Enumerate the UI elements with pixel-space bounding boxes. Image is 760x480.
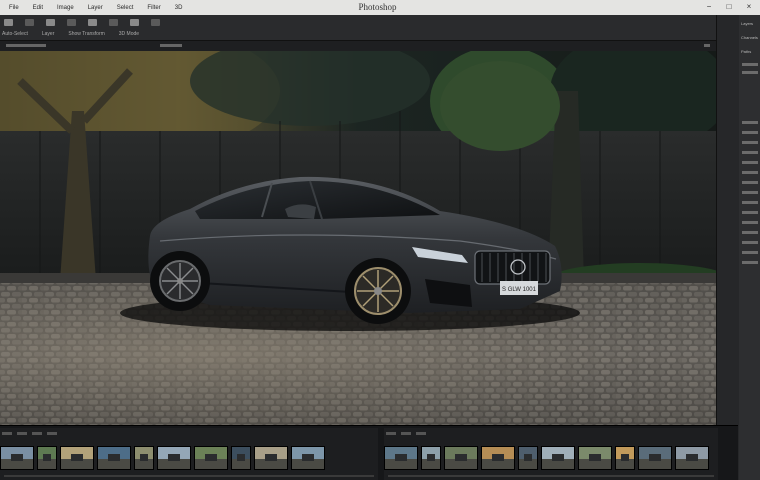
filmstrip <box>0 425 738 480</box>
3d-mode-button[interactable]: 3D Mode <box>119 31 139 37</box>
filmstrip-left-header <box>2 429 57 437</box>
filmstrip-thumbnail[interactable] <box>157 446 191 470</box>
panel-control[interactable] <box>742 191 758 194</box>
filmstrip-scrollbar[interactable] <box>388 475 714 477</box>
menu-item-file[interactable]: File <box>2 5 26 11</box>
thumbnail-row-left <box>0 446 325 470</box>
document-tab[interactable] <box>6 44 46 47</box>
filmstrip-thumbnail[interactable] <box>231 446 251 470</box>
panel-control[interactable] <box>742 181 758 184</box>
filmstrip-thumbnail[interactable] <box>518 446 538 470</box>
thumbnail-row-right <box>384 446 709 470</box>
options-toolbar: Auto-Select Layer Show Transform 3D Mode <box>0 15 738 41</box>
filmstrip-thumbnail[interactable] <box>97 446 131 470</box>
filmstrip-left <box>0 428 378 480</box>
show-transform-checkbox[interactable]: Show Transform <box>68 31 104 37</box>
minimize-button[interactable]: − <box>704 2 714 11</box>
filmstrip-thumbnail[interactable] <box>384 446 418 470</box>
panel-control[interactable] <box>742 261 758 264</box>
panel-control[interactable] <box>742 121 758 124</box>
close-button[interactable]: × <box>744 2 754 11</box>
window-title: Photoshop <box>358 2 397 12</box>
filmstrip-thumbnail[interactable] <box>421 446 441 470</box>
menu-item-filter[interactable]: Filter <box>140 5 167 11</box>
filmstrip-thumbnail[interactable] <box>675 446 709 470</box>
brush-tool-icon[interactable] <box>88 19 97 26</box>
panel-control[interactable] <box>742 211 758 214</box>
right-panel: Layers Channels Paths <box>716 15 760 480</box>
panel-tab-layers[interactable]: Layers <box>741 21 753 26</box>
panel-control[interactable] <box>742 63 758 66</box>
car-photo: S GLW 1001 <box>0 51 716 425</box>
filmstrip-thumbnail[interactable] <box>638 446 672 470</box>
filmstrip-thumbnail[interactable] <box>615 446 635 470</box>
panel-control[interactable] <box>742 141 758 144</box>
panel-control[interactable] <box>742 201 758 204</box>
panel-control[interactable] <box>742 151 758 154</box>
main-menu: File Edit Image Layer Select Filter 3D <box>0 5 189 11</box>
panel-control[interactable] <box>742 251 758 254</box>
filmstrip-right <box>384 428 718 480</box>
menu-item-select[interactable]: Select <box>110 5 141 11</box>
menu-item-edit[interactable]: Edit <box>26 5 50 11</box>
auto-select-checkbox[interactable]: Auto-Select <box>2 31 28 37</box>
zoom-tool-icon[interactable] <box>151 19 160 26</box>
text-tool-icon[interactable] <box>130 19 139 26</box>
filmstrip-thumbnail[interactable] <box>37 446 57 470</box>
eraser-tool-icon[interactable] <box>109 19 118 26</box>
document-canvas[interactable]: S GLW 1001 <box>0 51 716 425</box>
filmstrip-thumbnail[interactable] <box>291 446 325 470</box>
filmstrip-thumbnail[interactable] <box>481 446 515 470</box>
panel-control[interactable] <box>742 131 758 134</box>
panel-control[interactable] <box>742 161 758 164</box>
filmstrip-thumbnail[interactable] <box>134 446 154 470</box>
panel-control[interactable] <box>742 221 758 224</box>
window-controls: − □ × <box>704 2 754 11</box>
panel-control[interactable] <box>742 241 758 244</box>
filmstrip-thumbnail[interactable] <box>194 446 228 470</box>
menu-item-3d[interactable]: 3D <box>168 5 190 11</box>
filmstrip-thumbnail[interactable] <box>0 446 34 470</box>
filmstrip-thumbnail[interactable] <box>541 446 575 470</box>
maximize-button[interactable]: □ <box>724 2 734 11</box>
filmstrip-thumbnail[interactable] <box>578 446 612 470</box>
panel-tab-channels[interactable]: Channels <box>741 35 758 40</box>
move-tool-icon[interactable] <box>4 19 13 26</box>
menu-item-layer[interactable]: Layer <box>81 5 110 11</box>
panel-control[interactable] <box>742 171 758 174</box>
panel-dock: Layers Channels Paths <box>739 15 760 480</box>
filmstrip-thumbnail[interactable] <box>444 446 478 470</box>
crop-tool-icon[interactable] <box>67 19 76 26</box>
filmstrip-thumbnail[interactable] <box>254 446 288 470</box>
filmstrip-right-header <box>386 429 426 437</box>
toolbar-buttons <box>4 19 160 26</box>
filmstrip-scrollbar[interactable] <box>4 475 374 477</box>
toolbar-options: Auto-Select Layer Show Transform 3D Mode <box>2 31 139 37</box>
document-tab-bar <box>0 41 738 51</box>
close-tab-icon[interactable] <box>704 44 710 47</box>
layer-select[interactable]: Layer <box>42 31 55 37</box>
panel-control[interactable] <box>742 71 758 74</box>
zoom-indicator <box>160 44 182 47</box>
panel-tab-paths[interactable]: Paths <box>741 49 751 54</box>
marquee-tool-icon[interactable] <box>25 19 34 26</box>
filmstrip-thumbnail[interactable] <box>60 446 94 470</box>
menu-item-image[interactable]: Image <box>50 5 81 11</box>
license-plate-text: S GLW 1001 <box>502 287 537 293</box>
panel-control[interactable] <box>742 231 758 234</box>
menu-bar: File Edit Image Layer Select Filter 3D P… <box>0 0 760 15</box>
lasso-tool-icon[interactable] <box>46 19 55 26</box>
